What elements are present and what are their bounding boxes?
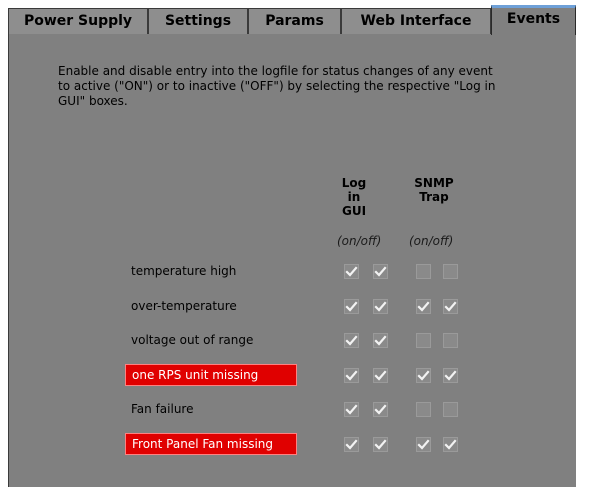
- checkbox-log-off[interactable]: [373, 333, 388, 348]
- checkbox-snmp-on[interactable]: [416, 299, 431, 314]
- checkbox-snmp-off[interactable]: [443, 333, 458, 348]
- checkbox-snmp-off[interactable]: [443, 299, 458, 314]
- checkbox-snmp-on[interactable]: [416, 264, 431, 279]
- checkbox-snmp-off[interactable]: [443, 264, 458, 279]
- tab-power-supply[interactable]: Power Supply: [8, 8, 148, 34]
- checkmark-icon: [374, 301, 387, 312]
- description-text: Enable and disable entry into the logfil…: [58, 64, 496, 108]
- checkbox-log-on[interactable]: [344, 437, 359, 452]
- checkmark-icon: [374, 370, 387, 381]
- log-onoff-hint: (on/off): [337, 234, 382, 248]
- checkmark-icon: [345, 439, 358, 450]
- checkmark-icon: [374, 439, 387, 450]
- checkbox-log-on[interactable]: [344, 299, 359, 314]
- checkmark-icon: [444, 370, 457, 381]
- event-label: Front Panel Fan missing: [125, 433, 297, 455]
- tab-bar: Power Supply Settings Params Web Interfa…: [0, 0, 589, 35]
- checkbox-log-off[interactable]: [373, 437, 388, 452]
- tab-web-interface[interactable]: Web Interface: [341, 8, 491, 34]
- checkbox-snmp-on[interactable]: [416, 368, 431, 383]
- checkbox-log-on[interactable]: [344, 333, 359, 348]
- column-header-line: Trap: [419, 190, 449, 204]
- checkmark-icon: [374, 404, 387, 415]
- checkbox-snmp-on[interactable]: [416, 437, 431, 452]
- snmp-onoff-hint: (on/off): [409, 234, 454, 248]
- column-header-line: in: [347, 190, 361, 204]
- event-label: over-temperature: [131, 299, 237, 313]
- column-header-snmp-trap: SNMP Trap: [406, 176, 462, 204]
- checkbox-log-on[interactable]: [344, 264, 359, 279]
- event-label: one RPS unit missing: [125, 364, 297, 386]
- checkbox-snmp-on[interactable]: [416, 402, 431, 417]
- event-label: Fan failure: [131, 402, 194, 416]
- checkmark-icon: [417, 301, 430, 312]
- checkbox-snmp-off[interactable]: [443, 368, 458, 383]
- checkbox-log-on[interactable]: [344, 368, 359, 383]
- checkmark-icon: [345, 266, 358, 277]
- checkmark-icon: [345, 301, 358, 312]
- checkbox-log-off[interactable]: [373, 299, 388, 314]
- checkbox-log-off[interactable]: [373, 368, 388, 383]
- checkmark-icon: [374, 266, 387, 277]
- column-header-log-in-gui: Log in GUI: [332, 176, 376, 218]
- checkmark-icon: [345, 370, 358, 381]
- tab-events[interactable]: Events: [491, 5, 576, 35]
- checkmark-icon: [345, 335, 358, 346]
- checkmark-icon: [444, 301, 457, 312]
- event-label: temperature high: [131, 264, 237, 278]
- checkmark-icon: [345, 404, 358, 415]
- column-header-line: GUI: [341, 204, 367, 218]
- checkbox-log-on[interactable]: [344, 402, 359, 417]
- checkmark-icon: [444, 439, 457, 450]
- column-header-line: SNMP: [414, 176, 454, 190]
- tab-settings[interactable]: Settings: [148, 8, 248, 34]
- checkmark-icon: [417, 370, 430, 381]
- checkbox-snmp-on[interactable]: [416, 333, 431, 348]
- checkbox-log-off[interactable]: [373, 264, 388, 279]
- checkmark-icon: [374, 335, 387, 346]
- column-header-line: Log: [341, 176, 367, 190]
- checkmark-icon: [417, 439, 430, 450]
- event-label: voltage out of range: [131, 333, 254, 347]
- checkbox-snmp-off[interactable]: [443, 437, 458, 452]
- checkbox-snmp-off[interactable]: [443, 402, 458, 417]
- tab-params[interactable]: Params: [248, 8, 341, 34]
- checkbox-log-off[interactable]: [373, 402, 388, 417]
